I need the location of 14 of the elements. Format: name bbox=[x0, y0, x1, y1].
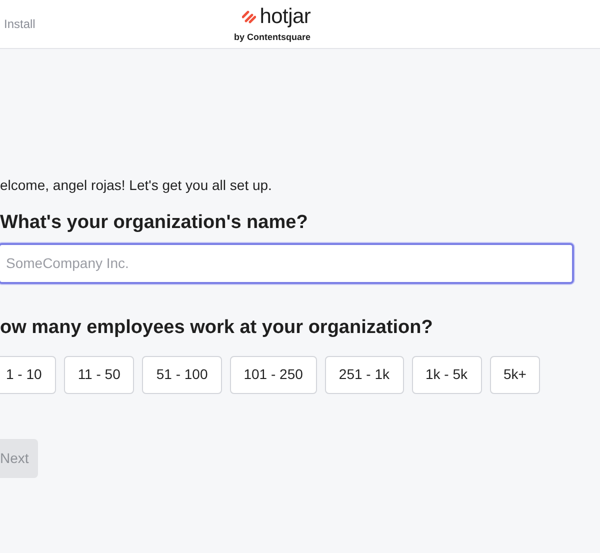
employee-range-button[interactable]: 1k - 5k bbox=[412, 356, 482, 394]
employee-range-button[interactable]: 5k+ bbox=[490, 356, 540, 394]
logo-text: hotjar bbox=[260, 6, 311, 27]
welcome-text: elcome, angel rojas! Let's get you all set up. bbox=[0, 176, 273, 195]
question-heading: What's your organization's name? bbox=[0, 212, 309, 235]
question-heading: ow many employees work at your organization? bbox=[0, 316, 434, 340]
employee-range-button[interactable]: 11 - 50 bbox=[64, 356, 134, 394]
logo-tagline: by Contentsquare bbox=[234, 31, 311, 44]
employee-range-button[interactable]: 1 - 10 bbox=[0, 356, 56, 394]
organization-name-field[interactable]: SomeCompany Inc. bbox=[0, 242, 574, 284]
employee-range-button[interactable]: 251 - 1k bbox=[324, 356, 404, 394]
logo-icon bbox=[242, 10, 256, 24]
employee-range-button[interactable]: 51 - 100 bbox=[142, 356, 222, 394]
employee-range-button[interactable]: 101 - 250 bbox=[230, 356, 317, 394]
